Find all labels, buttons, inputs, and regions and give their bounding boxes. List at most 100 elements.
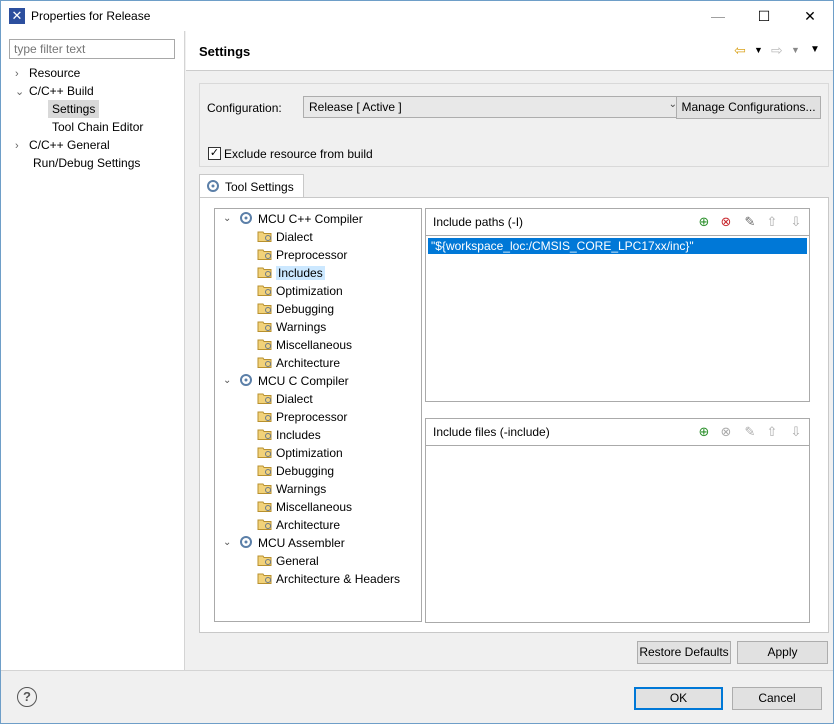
tree-group-label: MCU C++ Compiler: [258, 212, 363, 226]
tree-item[interactable]: Includes: [257, 426, 321, 444]
help-icon[interactable]: ?: [17, 687, 37, 707]
page-header: Settings ⇦ ▼ ⇨ ▼ ▼: [186, 31, 833, 71]
tree-item[interactable]: Debugging: [257, 300, 334, 318]
folder-icon: [257, 499, 273, 513]
back-arrow-icon[interactable]: ⇦: [734, 42, 746, 59]
minimize-button[interactable]: —: [695, 1, 741, 31]
tree-item[interactable]: Optimization: [257, 282, 343, 300]
tree-group-label: MCU C Compiler: [258, 374, 349, 388]
tree-item-label: Includes: [276, 266, 325, 280]
chevron-down-icon[interactable]: ⌄: [223, 210, 237, 228]
tree-item-label: Architecture: [276, 356, 341, 370]
tree-item-label: Debugging: [276, 464, 335, 478]
forward-arrow-icon[interactable]: ⇨: [771, 42, 783, 59]
tree-item-label: Warnings: [276, 320, 327, 334]
folder-icon: [257, 481, 273, 495]
nav-label: Run/Debug Settings: [33, 156, 141, 170]
delete-icon[interactable]: ⊗: [718, 214, 734, 230]
tree-item[interactable]: General: [257, 552, 319, 570]
chevron-right-icon[interactable]: ›: [15, 65, 29, 83]
tree-item[interactable]: Architecture & Headers: [257, 570, 400, 588]
tree-item-label: Miscellaneous: [276, 338, 353, 352]
forward-menu-icon[interactable]: ▼: [791, 45, 800, 55]
tool-tree[interactable]: ⌄ MCU C++ Compiler Dialect Preprocessor Incl…: [214, 208, 422, 622]
nav-label: Settings: [52, 102, 96, 116]
tree-item[interactable]: Optimization: [257, 444, 343, 462]
tree-item[interactable]: Debugging: [257, 462, 334, 480]
nav-item-cpp-build[interactable]: ⌄ C/C++ Build: [15, 82, 94, 100]
apply-button[interactable]: Apply: [737, 641, 828, 664]
tree-item-label: Dialect: [276, 392, 313, 406]
tree-item[interactable]: Miscellaneous: [257, 336, 352, 354]
tree-item-label: Architecture & Headers: [276, 572, 401, 586]
edit-icon[interactable]: ✎: [742, 424, 758, 440]
tree-group[interactable]: ⌄ MCU C Compiler: [223, 372, 349, 390]
tab-tool-settings[interactable]: Tool Settings: [199, 174, 304, 198]
move-up-icon[interactable]: ⇧: [764, 214, 780, 230]
include-paths-list: Include paths (-I) ⊕ ⊗ ✎ ⇧ ⇩ "${workspac…: [425, 208, 810, 402]
tree-item[interactable]: Includes: [257, 264, 325, 282]
folder-icon: [257, 391, 273, 405]
tree-item[interactable]: Warnings: [257, 318, 326, 336]
nav-item-settings[interactable]: Settings: [48, 100, 100, 118]
tree-item-label: Miscellaneous: [276, 500, 353, 514]
folder-icon: [257, 319, 273, 333]
nav-item-cpp-general[interactable]: › C/C++ General: [15, 136, 110, 154]
tree-item[interactable]: Architecture: [257, 354, 340, 372]
chevron-down-icon[interactable]: ⌄: [223, 372, 237, 390]
tree-item[interactable]: Preprocessor: [257, 246, 347, 264]
tree-item-label: Optimization: [276, 446, 343, 460]
restore-defaults-button[interactable]: Restore Defaults: [637, 641, 731, 664]
ok-button[interactable]: OK: [634, 687, 723, 710]
chevron-right-icon[interactable]: ›: [15, 137, 29, 155]
edit-icon[interactable]: ✎: [742, 214, 758, 230]
tree-item-label: Warnings: [276, 482, 327, 496]
nav-label: C/C++ Build: [29, 84, 94, 98]
filter-input[interactable]: [9, 39, 175, 59]
move-down-icon[interactable]: ⇩: [788, 214, 804, 230]
tree-group[interactable]: ⌄ MCU Assembler: [223, 534, 345, 552]
nav-label: C/C++ General: [29, 138, 110, 152]
tree-group-label: MCU Assembler: [258, 536, 345, 550]
include-paths-title: Include paths (-I): [433, 215, 524, 229]
chevron-down-icon[interactable]: ⌄: [223, 534, 237, 552]
tree-item[interactable]: Warnings: [257, 480, 326, 498]
manage-configurations-button[interactable]: Manage Configurations...: [676, 96, 821, 119]
tree-item[interactable]: Dialect: [257, 390, 313, 408]
move-up-icon[interactable]: ⇧: [764, 424, 780, 440]
nav-item-run-debug[interactable]: Run/Debug Settings: [33, 154, 140, 172]
tree-group[interactable]: ⌄ MCU C++ Compiler: [223, 210, 363, 228]
close-button[interactable]: ✕: [787, 1, 833, 31]
tree-item[interactable]: Dialect: [257, 228, 313, 246]
include-path-row[interactable]: "${workspace_loc:/CMSIS_CORE_LPC17xx/inc…: [428, 238, 807, 254]
exclude-checkbox[interactable]: ✓: [208, 147, 221, 160]
add-icon[interactable]: ⊕: [696, 424, 712, 440]
tree-item-label: Architecture: [276, 518, 341, 532]
chevron-down-icon[interactable]: ⌄: [15, 83, 29, 101]
tree-item[interactable]: Preprocessor: [257, 408, 347, 426]
exclude-label: Exclude resource from build: [224, 147, 373, 161]
tool-settings-pane: ⌄ MCU C++ Compiler Dialect Preprocessor Incl…: [199, 197, 829, 633]
tree-item[interactable]: Miscellaneous: [257, 498, 352, 516]
left-nav-pane: ›Resource ⌄C/C++ Build Settings Tool Cha…: [1, 31, 185, 670]
add-icon[interactable]: ⊕: [696, 214, 712, 230]
move-down-icon[interactable]: ⇩: [788, 424, 804, 440]
cancel-button[interactable]: Cancel: [732, 687, 822, 710]
tree-item[interactable]: Architecture: [257, 516, 340, 534]
tab-label: Tool Settings: [225, 180, 294, 194]
tree-item-label: General: [276, 554, 319, 568]
tree-item-label: Preprocessor: [276, 248, 348, 262]
nav-item-resource[interactable]: › Resource: [15, 64, 80, 82]
properties-dialog: ✕ Properties for Release — ☐ ✕ ›Resource…: [0, 0, 834, 724]
folder-icon: [257, 463, 273, 477]
nav-label: Resource: [29, 66, 81, 80]
content-pane: Settings ⇦ ▼ ⇨ ▼ ▼ Configuration: Releas…: [186, 31, 833, 670]
back-menu-icon[interactable]: ▼: [754, 45, 763, 55]
configuration-select[interactable]: Release [ Active ] ⌄: [303, 96, 683, 118]
view-menu-icon[interactable]: ▼: [810, 44, 820, 55]
maximize-button[interactable]: ☐: [741, 1, 787, 31]
configuration-label: Configuration:: [207, 101, 282, 115]
delete-icon[interactable]: ⊗: [718, 424, 734, 440]
folder-icon: [257, 409, 273, 423]
nav-item-tool-chain-editor[interactable]: Tool Chain Editor: [52, 118, 143, 136]
